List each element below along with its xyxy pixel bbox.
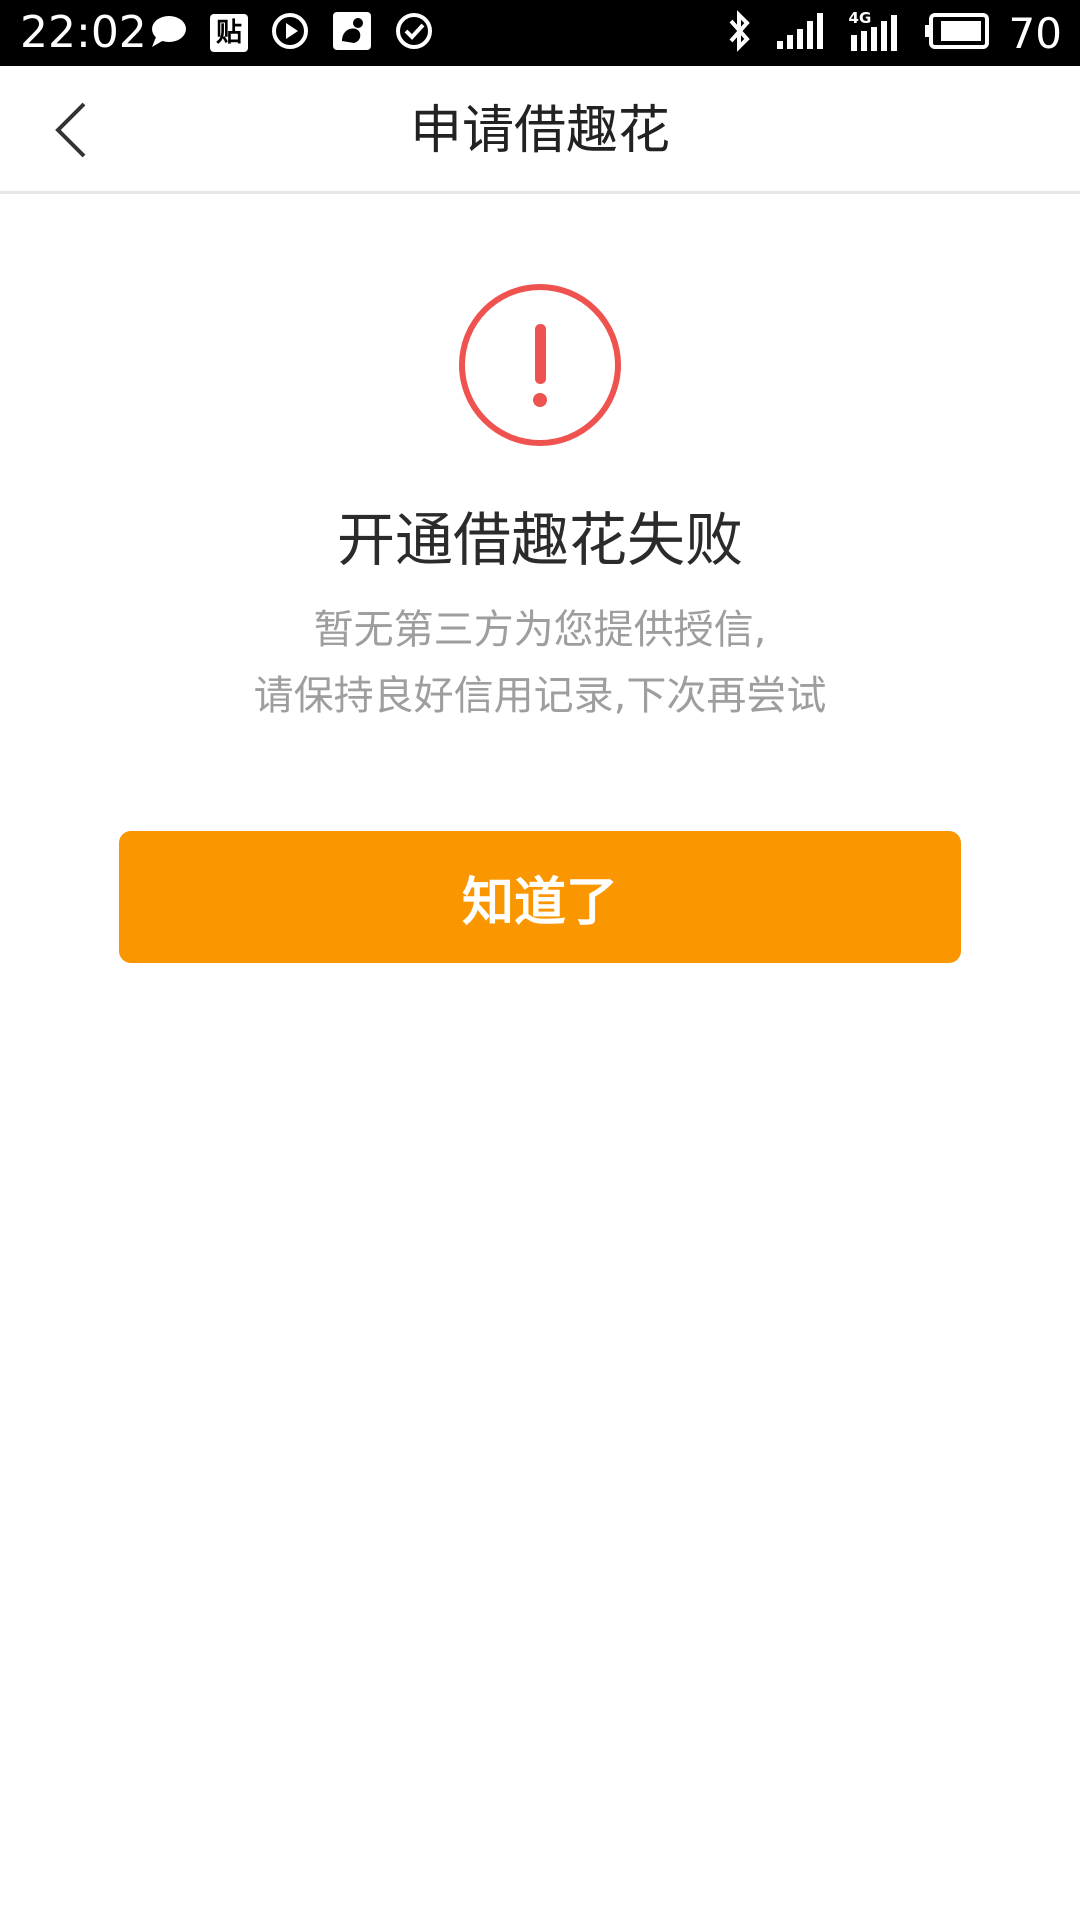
- signal-icon: [775, 11, 829, 55]
- result-description-line-2: 请保持良好信用记录,下次再尝试: [253, 673, 827, 719]
- play-icon: [270, 11, 310, 55]
- notification-icons: 贴: [148, 10, 456, 56]
- tieba-icon: 贴: [210, 14, 248, 52]
- squirrel-icon: [332, 11, 372, 55]
- signal-4g-icon: 4G: [849, 9, 903, 53]
- bluetooth-icon: [725, 9, 755, 57]
- battery-icon: [923, 13, 989, 53]
- exclamation-circle-icon: [457, 282, 623, 448]
- system-icons: 4G 70: [725, 0, 1080, 66]
- battery-level: 70: [1008, 8, 1062, 58]
- chat-bubble-icon: [148, 11, 188, 55]
- tieba-icon-label: 贴: [215, 18, 242, 48]
- check-circle-icon: [394, 11, 434, 55]
- ok-button[interactable]: 知道了: [119, 831, 961, 963]
- status-bar: 22:02 贴 4G 70: [0, 0, 1080, 66]
- page-title: 申请借趣花: [409, 101, 670, 161]
- status-time: 22:02: [20, 7, 147, 58]
- result-description-line-1: 暂无第三方为您提供授信,: [313, 607, 767, 653]
- result-title: 开通借趣花失败: [336, 506, 743, 574]
- nav-bar: 申请借趣花: [0, 66, 1080, 194]
